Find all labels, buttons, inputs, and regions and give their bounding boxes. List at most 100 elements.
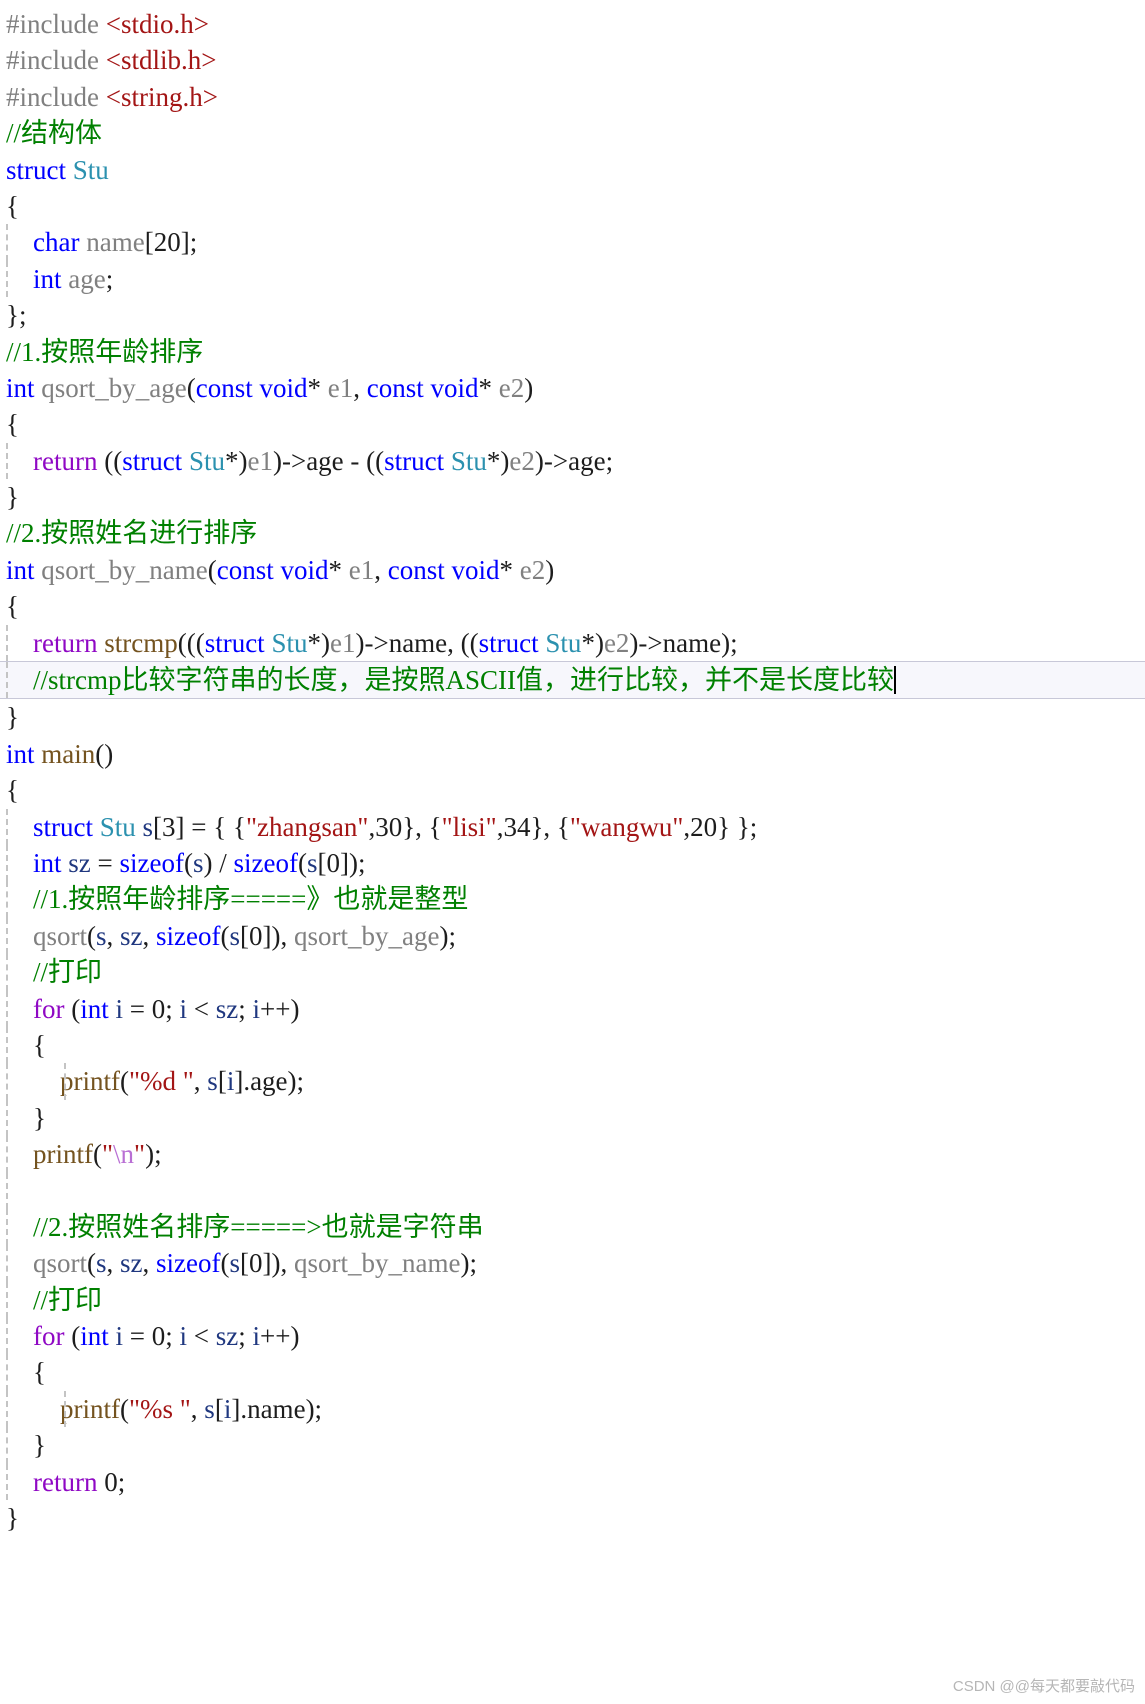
code-line[interactable]: printf("%d ", s[i].age); xyxy=(0,1063,1145,1100)
code-token-punct: ( xyxy=(93,1139,102,1170)
code-line[interactable]: //strcmp比较字符串的长度，是按照ASCII值，进行比较，并不是长度比较 xyxy=(0,661,1145,700)
code-token-punct: ] = { { xyxy=(175,811,246,842)
code-token-punct: ( xyxy=(64,993,81,1024)
code-line[interactable]: return strcmp(((struct Stu*)e1)->name, (… xyxy=(0,624,1145,662)
code-token-punct: , xyxy=(106,1248,121,1279)
code-token-id: qsort_by_age xyxy=(41,372,187,403)
code-line[interactable]: int age; xyxy=(0,260,1145,298)
code-token-punct: *) xyxy=(581,627,604,658)
code-token-kw: sizeof xyxy=(156,1248,221,1279)
code-line[interactable]: //1.按照年龄排序=====》也就是整型 xyxy=(0,881,1145,918)
code-token-punct: * xyxy=(478,372,493,403)
code-token-fn: strcmp xyxy=(104,627,178,658)
code-token-id: qsort xyxy=(33,1248,87,1279)
code-token-cmt: //结构体 xyxy=(6,118,103,149)
code-line[interactable]: char name[20]; xyxy=(0,224,1145,261)
code-line[interactable]: int qsort_by_age(const void* e1, const v… xyxy=(0,370,1145,406)
code-line[interactable]: qsort(s, sz, sizeof(s[0]), qsort_by_age)… xyxy=(0,917,1145,955)
code-token-punct: ); xyxy=(460,1248,477,1279)
code-line[interactable]: #include <stdlib.h> xyxy=(0,42,1145,78)
code-line[interactable]: printf("\n"); xyxy=(0,1136,1145,1173)
code-line[interactable]: //1.按照年龄排序 xyxy=(0,334,1145,370)
code-token-str: "zhangsan" xyxy=(245,811,369,842)
code-editor[interactable]: #include <stdio.h> #include <stdlib.h> #in… xyxy=(0,0,1145,1704)
code-line[interactable]: struct Stu s[3] = { {"zhangsan",30}, {"l… xyxy=(0,808,1145,845)
code-token-kw: char xyxy=(33,227,80,258)
code-token-ctl: return xyxy=(33,627,98,658)
code-token-fn: main xyxy=(41,738,96,769)
code-token-punct: ; xyxy=(117,1466,126,1497)
code-line[interactable]: #include <stdio.h> xyxy=(0,6,1145,42)
code-token-id: qsort_by_age xyxy=(293,920,440,951)
code-token-kw: int xyxy=(6,738,35,769)
code-line[interactable]: }; xyxy=(0,297,1145,333)
code-line[interactable]: return ((struct Stu*)e1)->age - ((struct… xyxy=(0,442,1145,480)
code-token-kw: int xyxy=(33,263,62,294)
code-line[interactable]: //2.按照姓名排序=====>也就是字符串 xyxy=(0,1208,1145,1246)
code-line[interactable]: //打印 xyxy=(0,1281,1145,1319)
code-token-id: e1 xyxy=(247,445,273,476)
code-token-punct: { xyxy=(33,1029,46,1060)
code-token-punct: *) xyxy=(224,445,248,476)
code-token-var: sz xyxy=(120,920,143,951)
code-line[interactable]: int qsort_by_name(const void* e1, const … xyxy=(0,552,1145,588)
code-line[interactable]: int sz = sizeof(s) / sizeof(s[0]); xyxy=(0,844,1145,882)
code-token-punct: }, { xyxy=(402,811,442,842)
code-line[interactable]: //打印 xyxy=(0,954,1145,991)
code-lines-container[interactable]: #include <stdio.h> #include <stdlib.h> #in… xyxy=(0,0,1145,1536)
code-token-punct: < xyxy=(187,1321,216,1352)
code-line[interactable]: printf("%s ", s[i].name); xyxy=(0,1390,1145,1428)
code-token-var: sz xyxy=(215,993,239,1024)
code-token-punct: ]. xyxy=(234,1066,251,1097)
code-line[interactable]: for (int i = 0; i < sz; i++) xyxy=(0,1318,1145,1355)
code-token-kw: int xyxy=(80,993,109,1024)
code-token-id: name xyxy=(79,227,145,258)
code-token-punct: ( xyxy=(64,1321,81,1352)
code-token-kw: void xyxy=(430,372,479,403)
code-token-ctl: return xyxy=(33,1466,98,1497)
code-line[interactable]: { xyxy=(0,1354,1145,1391)
code-token-var: sz xyxy=(120,1248,143,1279)
code-token-punct: , (( xyxy=(447,627,479,658)
code-token-str: "lisi" xyxy=(441,811,497,842)
code-line[interactable]: } xyxy=(0,479,1145,515)
code-line[interactable]: //2.按照姓名进行排序 xyxy=(0,515,1145,551)
code-token-kw: int xyxy=(6,554,35,585)
code-line[interactable]: return 0; xyxy=(0,1463,1145,1501)
code-token-punct: { xyxy=(6,190,19,221)
code-line[interactable]: //结构体 xyxy=(0,115,1145,151)
code-line[interactable]: } xyxy=(0,1427,1145,1464)
code-line[interactable]: } xyxy=(0,1500,1145,1536)
code-token-punct: ]. xyxy=(231,1393,248,1424)
code-line[interactable]: { xyxy=(0,588,1145,624)
code-token-kw: struct xyxy=(33,811,93,842)
code-line[interactable]: for (int i = 0; i < sz; i++) xyxy=(0,990,1145,1027)
code-line[interactable]: qsort(s, sz, sizeof(s[0]), qsort_by_name… xyxy=(0,1245,1145,1282)
code-token-fn: printf xyxy=(60,1393,120,1424)
code-line[interactable]: { xyxy=(0,188,1145,224)
code-line[interactable]: } xyxy=(0,699,1145,735)
code-line[interactable]: #include <string.h> xyxy=(0,79,1145,115)
code-line[interactable]: } xyxy=(0,1099,1145,1137)
code-line[interactable]: { xyxy=(0,772,1145,808)
code-line[interactable]: struct Stu xyxy=(0,152,1145,188)
code-token-id: e2 xyxy=(492,372,525,403)
code-token-var: s xyxy=(207,1066,218,1097)
code-line[interactable]: int main() xyxy=(0,736,1145,772)
code-token-kw: sizeof xyxy=(156,920,221,951)
code-line[interactable]: { xyxy=(0,406,1145,442)
code-token-punct: = xyxy=(123,993,152,1024)
code-line[interactable] xyxy=(0,1172,1145,1209)
code-token-type: Stu xyxy=(99,811,136,842)
code-line[interactable]: { xyxy=(0,1026,1145,1064)
